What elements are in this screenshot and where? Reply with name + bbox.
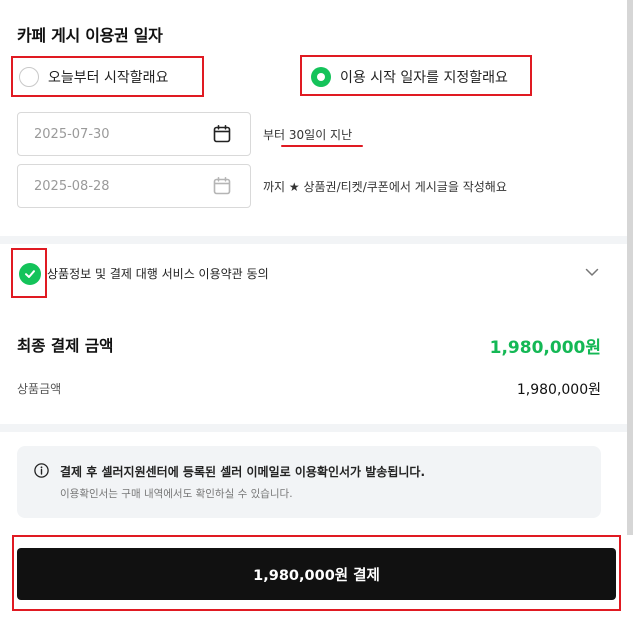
radio-custom-start[interactable]: 이용 시작 일자를 지정할래요 xyxy=(311,67,508,87)
notice-sub-text: 이용확인서는 구매 내역에서도 확인하실 수 있습니다. xyxy=(60,488,293,500)
calendar-icon[interactable] xyxy=(212,124,232,144)
chevron-down-icon[interactable] xyxy=(585,265,599,279)
scrollbar-track[interactable] xyxy=(627,0,633,617)
check-circle-icon[interactable] xyxy=(19,263,41,285)
notice-box: 결제 후 셀러지원센터에 등록된 셀러 이메일로 이용확인서가 발송됩니다. 이… xyxy=(17,446,601,518)
start-date-value: 2025-07-30 xyxy=(34,126,110,142)
radio-unselected-icon xyxy=(19,67,39,87)
total-amount-label: 최종 결제 금액 xyxy=(17,337,114,355)
notice-main-text: 결제 후 셀러지원센터에 등록된 셀러 이메일로 이용확인서가 발송됩니다. xyxy=(60,465,426,479)
end-date-caption: 까지 ★ 상품권/티켓/쿠폰에서 게시글을 작성해요 xyxy=(263,180,507,194)
terms-agreement-row[interactable]: 상품정보 및 결제 대행 서비스 이용약관 동의 xyxy=(0,244,627,304)
info-icon xyxy=(34,463,49,478)
product-amount-value: 1,980,000원 xyxy=(516,382,601,398)
calendar-icon xyxy=(213,176,231,195)
total-amount-value: 1,980,000원 xyxy=(489,338,601,358)
section-divider xyxy=(0,424,627,432)
radio-start-today[interactable]: 오늘부터 시작할래요 xyxy=(19,67,168,87)
scrollbar-thumb[interactable] xyxy=(627,0,633,535)
product-amount-label: 상품금액 xyxy=(17,382,62,396)
radio-start-today-label: 오늘부터 시작할래요 xyxy=(48,70,169,86)
terms-agreement-label: 상품정보 및 결제 대행 서비스 이용약관 동의 xyxy=(47,267,269,281)
end-date-field: 2025-08-28 xyxy=(17,164,251,208)
radio-selected-icon xyxy=(311,67,331,87)
pay-button[interactable]: 1,980,000원 결제 xyxy=(17,548,616,600)
radio-custom-start-label: 이용 시작 일자를 지정할래요 xyxy=(340,70,508,86)
section-title: 카페 게시 이용권 일자 xyxy=(17,26,163,45)
start-date-caption: 부터 30일이 지난 xyxy=(263,128,353,142)
start-date-field[interactable]: 2025-07-30 xyxy=(17,112,251,156)
annotation-underline xyxy=(281,145,363,147)
end-date-value: 2025-08-28 xyxy=(34,178,110,194)
section-divider xyxy=(0,236,627,244)
